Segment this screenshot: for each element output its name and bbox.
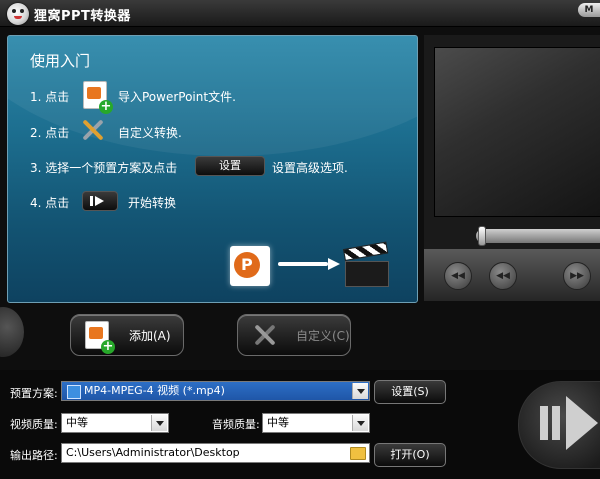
- customize-tools-icon: [252, 322, 278, 348]
- chevron-down-icon[interactable]: [352, 415, 368, 431]
- video-file-icon: [67, 385, 81, 399]
- powerpoint-icon: [230, 246, 270, 286]
- step-1-prefix: 1. 点击: [30, 90, 70, 104]
- customize-tools-icon: [80, 117, 106, 143]
- preview-player: [424, 35, 600, 301]
- step-2-prefix: 2. 点击: [30, 126, 70, 140]
- add-file-icon: [85, 321, 115, 354]
- arrow-right-icon: [278, 258, 340, 270]
- video-quality-value: 中等: [66, 416, 88, 429]
- preset-select-value: MP4-MPEG-4 视频 (*.mp4): [84, 384, 225, 397]
- output-path-value: C:\Users\Administrator\Desktop: [66, 446, 240, 459]
- start-convert-icon: [82, 191, 118, 211]
- folder-icon[interactable]: [350, 447, 366, 460]
- preview-screen: [434, 47, 600, 217]
- add-button-label: 添加(A): [129, 329, 171, 343]
- side-knob: [0, 307, 24, 357]
- menu-button[interactable]: M: [578, 3, 600, 17]
- customize-button-label: 自定义(C): [296, 329, 350, 343]
- settings-button[interactable]: 设置(S): [374, 380, 446, 404]
- settings-chip: 设置: [195, 156, 265, 176]
- guide-title: 使用入门: [30, 52, 91, 70]
- add-file-icon: [83, 81, 113, 114]
- fast-forward-button[interactable]: ▶▶: [563, 262, 591, 290]
- app-title: 狸窝PPT转换器: [34, 9, 131, 24]
- seek-slider-handle[interactable]: [478, 226, 487, 246]
- getting-started-panel: 使用入门 1. 点击 导入PowerPoint文件. 2. 点击 自定义转换. …: [7, 35, 418, 303]
- start-convert-icon: [540, 396, 600, 450]
- preset-label: 预置方案:: [10, 387, 58, 400]
- step-1-text: 导入PowerPoint文件.: [118, 90, 236, 104]
- seek-slider[interactable]: [476, 229, 600, 243]
- chevron-down-icon[interactable]: [151, 415, 167, 431]
- app-logo-icon: [7, 3, 29, 25]
- step-4-prefix: 4. 点击: [30, 196, 70, 210]
- title-bar: 狸窝PPT转换器 M: [0, 0, 600, 27]
- step-3-text: 设置高级选项.: [272, 161, 348, 175]
- audio-quality-label: 音频质量:: [212, 418, 260, 431]
- customize-button[interactable]: 自定义(C): [237, 314, 351, 356]
- step-3-prefix: 3. 选择一个预置方案及点击: [30, 161, 178, 175]
- audio-quality-value: 中等: [267, 416, 289, 429]
- video-quality-label: 视频质量:: [10, 418, 58, 431]
- add-button[interactable]: 添加(A): [70, 314, 184, 356]
- output-path-field[interactable]: C:\Users\Administrator\Desktop: [61, 443, 370, 463]
- step-4-text: 开始转换: [128, 196, 177, 210]
- preset-select[interactable]: MP4-MPEG-4 视频 (*.mp4): [61, 381, 370, 401]
- open-folder-button[interactable]: 打开(O): [374, 443, 446, 467]
- step-2-text: 自定义转换.: [118, 126, 182, 140]
- chevron-down-icon[interactable]: [352, 383, 368, 399]
- output-path-label: 输出路径:: [10, 449, 58, 462]
- fast-back-button[interactable]: ◀◀: [489, 262, 517, 290]
- clapperboard-icon: [345, 249, 389, 287]
- video-quality-select[interactable]: 中等: [61, 413, 169, 433]
- audio-quality-select[interactable]: 中等: [262, 413, 370, 433]
- rewind-button[interactable]: ◀◀: [444, 262, 472, 290]
